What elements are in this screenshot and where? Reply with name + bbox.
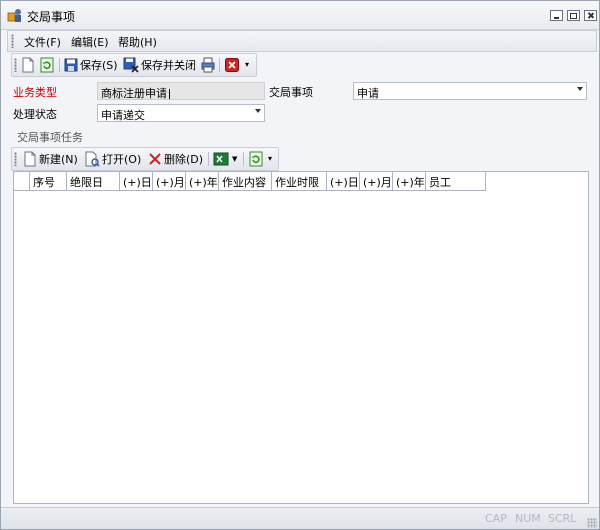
delete-task-label: 删除(D) [164,153,204,166]
grid-header: 序号 绝限日 (+)日 (+)月 (+)年 作业内容 作业时限 (+)日 (+)… [14,172,486,191]
print-button[interactable] [201,57,215,73]
column-header[interactable]: (+)年 [393,172,426,190]
maximize-button[interactable] [567,10,580,21]
menu-bar: 文件(F) 编辑(E) 帮助(H) [7,30,597,52]
menu-grip[interactable] [11,34,14,48]
toolbar-overflow-icon[interactable]: ▾ [268,154,272,163]
excel-icon [213,152,229,166]
new-task-label: 新建(N) [39,153,78,166]
resize-grip-icon[interactable] [587,518,597,528]
chevron-down-icon [577,87,583,91]
minimize-button[interactable] [550,10,563,21]
status-value: 申请递交 [101,109,145,122]
toolbar-separator [208,152,209,166]
new-task-button[interactable]: 新建(N) [23,151,78,167]
toolbar-overflow-icon[interactable]: ▾ [245,60,249,69]
save-close-icon [123,57,139,73]
column-header[interactable]: (+)日 [327,172,360,190]
toolbar-grip[interactable] [14,58,17,72]
status-bar: CAP NUM SCRL [1,507,599,529]
save-icon [64,58,78,72]
save-close-button[interactable]: 保存并关闭 [123,57,196,73]
new-document-button[interactable] [21,57,35,73]
matter-label: 交局事项 [269,86,313,99]
print-icon [201,57,215,73]
main-window: 交局事项 文件(F) 编辑(E) 帮助(H) 保存(S) 保存并关闭 ▾ 业务类… [0,0,600,530]
tasks-toolbar-grip[interactable] [14,152,17,166]
business-type-value: 商标注册申请 [101,87,167,100]
tasks-refresh-button[interactable] [249,151,263,167]
column-header[interactable]: 作业时限 [272,172,327,190]
column-header[interactable]: 序号 [30,172,67,190]
title-bar: 交局事项 [1,1,599,30]
status-label: 处理状态 [13,108,57,121]
close-red-icon [225,58,239,72]
column-header[interactable]: (+)年 [186,172,219,190]
column-header[interactable]: (+)月 [360,172,393,190]
app-icon [7,9,21,22]
text-cursor [169,88,170,99]
chevron-down-icon [255,109,261,113]
menu-edit[interactable]: 编辑(E) [71,34,109,50]
status-dropdown[interactable]: 申请递交 [97,104,265,122]
refresh-icon [249,151,263,167]
close-button[interactable] [225,57,239,73]
column-header[interactable]: 绝限日 [67,172,120,190]
delete-task-button[interactable]: 删除(D) [148,151,203,167]
save-close-label: 保存并关闭 [141,59,196,72]
refresh-button[interactable] [40,57,54,73]
grid-row-selector-header[interactable] [14,172,30,190]
refresh-icon [40,57,54,73]
export-excel-button[interactable]: ▼ [213,151,237,167]
new-document-icon [24,151,36,167]
business-type-label: 业务类型 [13,86,57,99]
tasks-group-header: 交局事项任务 [11,127,587,144]
main-toolbar: 保存(S) 保存并关闭 ▾ [11,53,257,77]
chevron-down-icon: ▼ [232,155,238,163]
delete-icon [149,153,161,165]
column-header[interactable]: (+)月 [153,172,186,190]
matter-value: 申请 [357,87,379,100]
open-task-button[interactable]: 打开(O) [84,151,141,167]
scroll-lock-indicator: SCRL [548,512,577,525]
tasks-grid[interactable]: 序号 绝限日 (+)日 (+)月 (+)年 作业内容 作业时限 (+)日 (+)… [13,171,589,504]
tasks-toolbar: 新建(N) 打开(O) 删除(D) ▼ ▾ [11,147,279,171]
num-lock-indicator: NUM [515,512,541,525]
toolbar-separator [219,58,220,72]
matter-dropdown[interactable]: 申请 [353,82,587,100]
column-header[interactable]: (+)日 [120,172,153,190]
open-task-label: 打开(O) [102,153,142,166]
window-title: 交局事项 [27,10,76,24]
new-document-icon [22,57,34,73]
save-button[interactable]: 保存(S) [64,57,118,73]
column-header[interactable]: 员工 [426,172,486,190]
toolbar-separator [243,152,244,166]
tasks-group-title: 交局事项任务 [17,131,83,144]
menu-help[interactable]: 帮助(H) [118,34,157,50]
column-header[interactable]: 作业内容 [219,172,272,190]
open-document-icon [85,151,100,167]
save-label: 保存(S) [80,59,118,72]
toolbar-separator [59,58,60,72]
business-type-field[interactable]: 商标注册申请 [97,82,265,100]
menu-file[interactable]: 文件(F) [24,34,61,50]
caps-lock-indicator: CAP [485,512,507,525]
close-window-button[interactable] [584,10,597,21]
